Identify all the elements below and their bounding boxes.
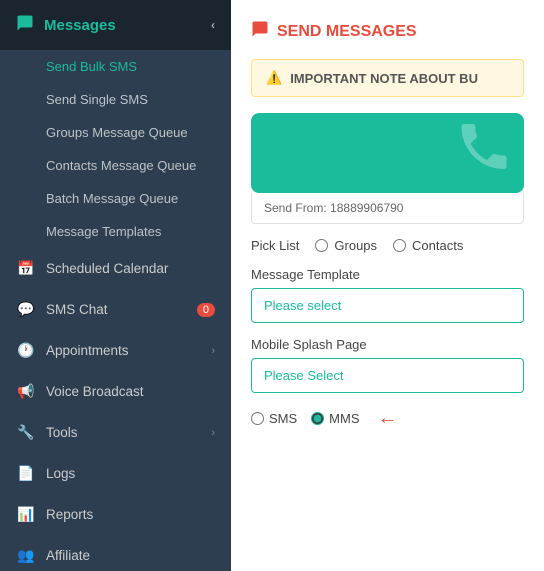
calendar-icon: 📅 bbox=[16, 260, 36, 277]
appointments-label: Appointments bbox=[46, 343, 211, 358]
send-from-number: 18889906790 bbox=[330, 201, 403, 215]
sidebar-item-send-bulk-sms[interactable]: Send Bulk SMS bbox=[0, 50, 231, 83]
pick-list-label: Pick List bbox=[251, 238, 299, 253]
sms-chat-badge: 0 bbox=[197, 303, 215, 317]
mobile-splash-select[interactable]: Please Select bbox=[251, 358, 524, 393]
sidebar-item-message-templates[interactable]: Message Templates bbox=[0, 215, 231, 248]
important-note-banner: ⚠️ IMPORTANT NOTE ABOUT BU bbox=[251, 59, 524, 97]
sidebar-item-sms-chat[interactable]: 💬 SMS Chat 0 bbox=[0, 289, 231, 330]
warning-icon: ⚠️ bbox=[266, 70, 282, 86]
page-title-text: SEND MESSAGES bbox=[277, 23, 417, 41]
sms-radio[interactable] bbox=[251, 412, 264, 425]
messages-submenu: Send Bulk SMS Send Single SMS Groups Mes… bbox=[0, 50, 231, 248]
affiliate-icon: 👥 bbox=[16, 547, 36, 564]
send-messages-icon bbox=[251, 20, 269, 43]
voice-broadcast-label: Voice Broadcast bbox=[46, 384, 215, 399]
contacts-radio-label: Contacts bbox=[412, 238, 463, 253]
sms-mms-row: SMS MMS ← bbox=[251, 407, 524, 430]
voice-broadcast-icon: 📢 bbox=[16, 383, 36, 400]
groups-message-queue-label: Groups Message Queue bbox=[46, 125, 188, 140]
appointments-chevron-icon: › bbox=[211, 345, 215, 357]
sidebar-item-tools[interactable]: 🔧 Tools › bbox=[0, 412, 231, 453]
page-title: SEND MESSAGES bbox=[251, 20, 524, 43]
tools-icon: 🔧 bbox=[16, 424, 36, 441]
message-template-field: Message Template Please select bbox=[251, 267, 524, 323]
sidebar-item-groups-message-queue[interactable]: Groups Message Queue bbox=[0, 116, 231, 149]
mms-label: MMS bbox=[329, 411, 359, 426]
sidebar-item-contacts-message-queue[interactable]: Contacts Message Queue bbox=[0, 149, 231, 182]
logs-icon: 📄 bbox=[16, 465, 36, 482]
send-from-row: Send From: 18889906790 bbox=[251, 193, 524, 224]
message-template-label: Message Template bbox=[251, 267, 524, 282]
mobile-splash-placeholder: Please Select bbox=[264, 368, 344, 383]
send-single-sms-label: Send Single SMS bbox=[46, 92, 148, 107]
messages-icon bbox=[16, 14, 34, 36]
sidebar: Messages ‹ Send Bulk SMS Send Single SMS… bbox=[0, 0, 231, 571]
mms-radio-group[interactable]: MMS bbox=[311, 411, 359, 426]
reports-icon: 📊 bbox=[16, 506, 36, 523]
sms-chat-label: SMS Chat bbox=[46, 302, 191, 317]
contacts-radio[interactable] bbox=[393, 239, 406, 252]
messages-chevron-icon: ‹ bbox=[211, 18, 215, 32]
contacts-radio-group[interactable]: Contacts bbox=[393, 238, 463, 253]
sidebar-item-scheduled-calendar[interactable]: 📅 Scheduled Calendar bbox=[0, 248, 231, 289]
affiliate-label: Affiliate bbox=[46, 548, 215, 563]
pick-list-row: Pick List Groups Contacts bbox=[251, 238, 524, 253]
message-template-select[interactable]: Please select bbox=[251, 288, 524, 323]
sidebar-item-send-single-sms[interactable]: Send Single SMS bbox=[0, 83, 231, 116]
reports-label: Reports bbox=[46, 507, 215, 522]
phone-card-icon bbox=[454, 117, 514, 190]
batch-message-queue-label: Batch Message Queue bbox=[46, 191, 178, 206]
sidebar-item-reports[interactable]: 📊 Reports bbox=[0, 494, 231, 535]
sidebar-item-affiliate[interactable]: 👥 Affiliate bbox=[0, 535, 231, 571]
phone-card bbox=[251, 113, 524, 193]
sms-label: SMS bbox=[269, 411, 297, 426]
sidebar-item-batch-message-queue[interactable]: Batch Message Queue bbox=[0, 182, 231, 215]
groups-radio[interactable] bbox=[315, 239, 328, 252]
groups-radio-group[interactable]: Groups bbox=[315, 238, 377, 253]
appointments-icon: 🕐 bbox=[16, 342, 36, 359]
sidebar-item-voice-broadcast[interactable]: 📢 Voice Broadcast bbox=[0, 371, 231, 412]
sms-radio-group[interactable]: SMS bbox=[251, 411, 297, 426]
mobile-splash-label: Mobile Splash Page bbox=[251, 337, 524, 352]
chat-icon: 💬 bbox=[16, 301, 36, 318]
message-templates-label: Message Templates bbox=[46, 224, 161, 239]
scheduled-calendar-label: Scheduled Calendar bbox=[46, 261, 215, 276]
sidebar-item-logs[interactable]: 📄 Logs bbox=[0, 453, 231, 494]
message-template-placeholder: Please select bbox=[264, 298, 341, 313]
groups-radio-label: Groups bbox=[334, 238, 377, 253]
tools-chevron-icon: › bbox=[211, 427, 215, 439]
send-bulk-sms-label: Send Bulk SMS bbox=[46, 59, 137, 74]
send-from-label: Send From: bbox=[264, 201, 327, 215]
mms-arrow-icon: ← bbox=[378, 407, 398, 430]
tools-label: Tools bbox=[46, 425, 211, 440]
mobile-splash-field: Mobile Splash Page Please Select bbox=[251, 337, 524, 393]
contacts-message-queue-label: Contacts Message Queue bbox=[46, 158, 196, 173]
sidebar-item-appointments[interactable]: 🕐 Appointments › bbox=[0, 330, 231, 371]
sidebar-item-messages[interactable]: Messages ‹ bbox=[0, 0, 231, 50]
logs-label: Logs bbox=[46, 466, 215, 481]
mms-radio[interactable] bbox=[311, 412, 324, 425]
messages-label: Messages bbox=[44, 17, 116, 34]
main-content: SEND MESSAGES ⚠️ IMPORTANT NOTE ABOUT BU… bbox=[231, 0, 544, 571]
important-note-text: IMPORTANT NOTE ABOUT BU bbox=[290, 71, 478, 86]
